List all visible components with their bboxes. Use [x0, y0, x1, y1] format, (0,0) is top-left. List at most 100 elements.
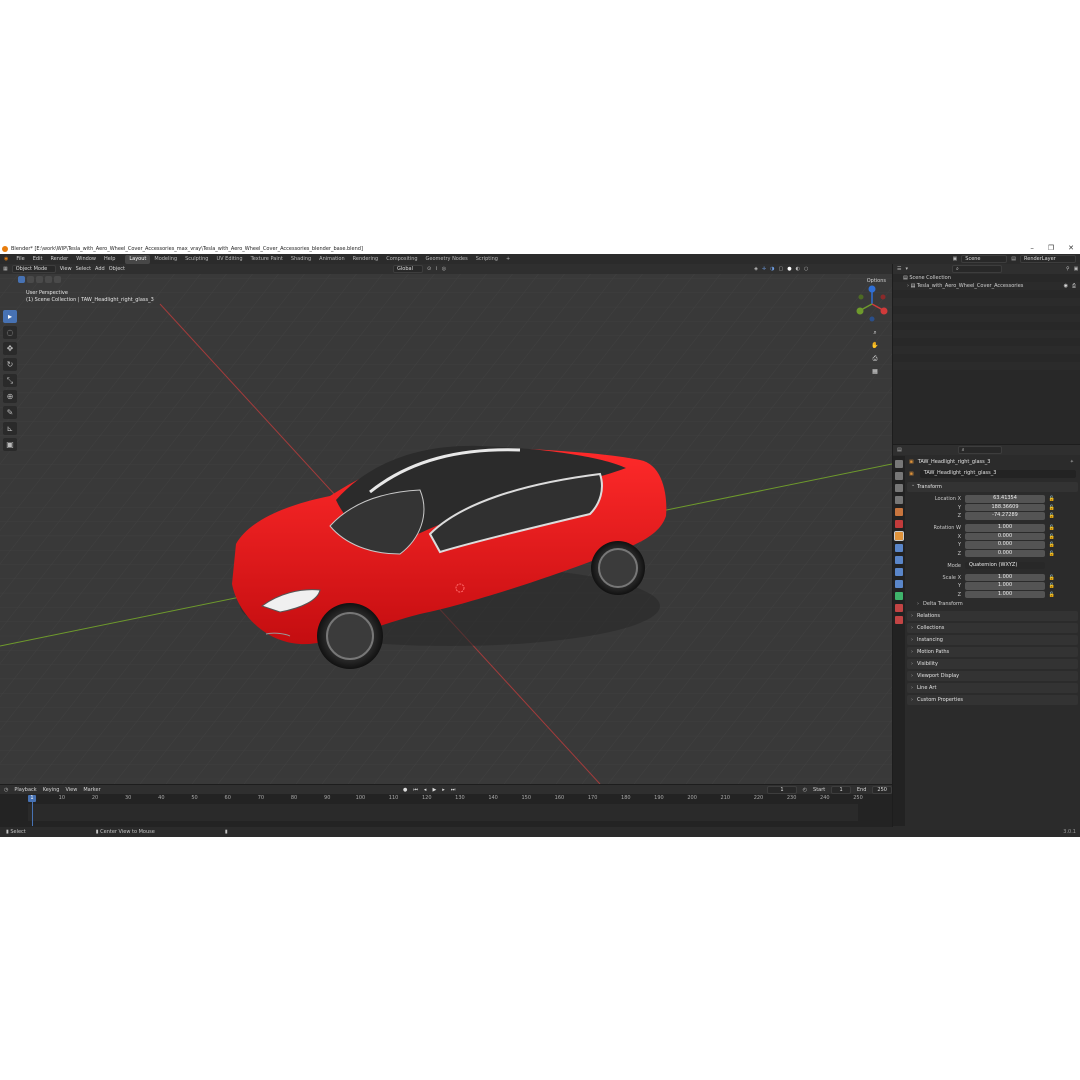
material-tab-icon[interactable] [895, 604, 903, 612]
add-cube-tool-icon[interactable]: ▣ [3, 438, 17, 451]
end-frame-field[interactable]: 250 [872, 785, 892, 794]
viewport-menu-select[interactable]: Select [76, 266, 91, 272]
texture-tab-icon[interactable] [895, 616, 903, 624]
select-new-button[interactable] [18, 276, 25, 283]
select-subtract-button[interactable] [36, 276, 43, 283]
next-keyframe-icon[interactable]: ▸ [442, 787, 445, 793]
particles-tab-icon[interactable] [895, 556, 903, 564]
properties-editor[interactable]: ▤ ⌕ ▣ TAW_Headlight_right_glass_3 ✦ ▣ TA… [893, 445, 1080, 827]
jump-start-icon[interactable]: ⏮ [413, 787, 418, 793]
custom-properties-panel-header[interactable]: Custom Properties [907, 695, 1078, 705]
gizmo-toggle-icon[interactable]: ✛ [762, 266, 766, 272]
ortho-toggle-icon[interactable]: ▦ [870, 367, 880, 377]
rotation-x-field[interactable]: 0.000 [965, 532, 1045, 541]
proportional-edit-icon[interactable]: ◎ [442, 266, 446, 272]
scene-tab-icon[interactable] [895, 508, 903, 516]
viewport-display-panel-header[interactable]: Viewport Display [907, 671, 1078, 681]
delta-transform-panel-header[interactable]: Delta Transform [905, 599, 1080, 609]
timeline-track[interactable] [28, 804, 858, 821]
lock-icon[interactable]: 🔓 [1045, 583, 1059, 589]
visibility-icon[interactable]: ◈ [754, 266, 758, 272]
render-tab-icon[interactable] [895, 472, 903, 480]
select-extend-button[interactable] [27, 276, 34, 283]
add-workspace-button[interactable]: + [502, 255, 514, 264]
lock-icon[interactable]: 🔓 [1045, 592, 1059, 598]
shading-solid-icon[interactable]: ● [787, 266, 791, 272]
playhead[interactable] [32, 802, 33, 826]
workspace-tab-sculpting[interactable]: Sculpting [181, 255, 212, 264]
rotation-mode-dropdown[interactable]: Quaternion (WXYZ) [965, 561, 1045, 570]
rotate-tool-icon[interactable]: ↻ [3, 358, 17, 371]
location-y-field[interactable]: 188.36609 [965, 503, 1045, 512]
select-invert-button[interactable] [45, 276, 52, 283]
measure-tool-icon[interactable]: ⊾ [3, 422, 17, 435]
menu-window[interactable]: Window [72, 256, 100, 262]
rotation-z-field[interactable]: 0.000 [965, 549, 1045, 558]
outliner-item-scene-collection[interactable]: ▤ Scene Collection [893, 274, 1080, 282]
lock-icon[interactable]: 🔓 [1045, 505, 1059, 511]
line-art-panel-header[interactable]: Line Art [907, 683, 1078, 693]
minimize-button[interactable]: – [1030, 244, 1034, 252]
shading-material-icon[interactable]: ◐ [796, 266, 800, 272]
overlay-toggle-icon[interactable]: ◑ [770, 266, 774, 272]
camera-view-icon[interactable]: ⎙ [870, 354, 880, 364]
select-box-tool-icon[interactable]: ▸ [3, 310, 17, 323]
hide-viewport-icon[interactable]: ◉ [1064, 282, 1068, 290]
viewport-menu-view[interactable]: View [60, 266, 72, 272]
physics-tab-icon[interactable] [895, 568, 903, 576]
render-toggle-icon[interactable]: ⎙ [1072, 282, 1076, 290]
select-intersect-button[interactable] [54, 276, 61, 283]
timeline-editor-icon[interactable]: ◷ [4, 787, 8, 793]
object-name-field[interactable]: TAW_Headlight_right_glass_3 [919, 470, 1076, 478]
zoom-icon[interactable]: ⌕ [870, 328, 880, 338]
cursor-tool-icon[interactable]: ◌ [3, 326, 17, 339]
viewport-menu-object[interactable]: Object [109, 266, 125, 272]
menu-render[interactable]: Render [46, 256, 72, 262]
timeline-menu-keying[interactable]: Keying [43, 787, 60, 793]
editor-type-icon[interactable]: ▦ [3, 266, 8, 272]
object-tab-icon[interactable] [894, 531, 904, 541]
pin-icon[interactable]: ✦ [1070, 459, 1074, 465]
tool-tab-icon[interactable] [895, 460, 903, 468]
workspace-tab-rendering[interactable]: Rendering [349, 255, 383, 264]
snap-icon[interactable]: ⌇ [435, 266, 437, 272]
workspace-tab-uv-editing[interactable]: UV Editing [212, 255, 246, 264]
properties-search[interactable]: ⌕ [957, 446, 1002, 454]
location-x-field[interactable]: 63.41354 [965, 495, 1045, 503]
orientation-selector[interactable]: Global [393, 265, 424, 273]
menu-edit[interactable]: Edit [29, 256, 47, 262]
collections-panel-header[interactable]: Collections [907, 623, 1078, 633]
new-collection-icon[interactable]: ▣ [1074, 266, 1079, 272]
workspace-tab-shading[interactable]: Shading [287, 255, 315, 264]
lock-icon[interactable]: 🔓 [1045, 496, 1059, 502]
outliner-item-tesla-collection[interactable]: › ▤ Tesla_with_Aero_Wheel_Cover_Accessor… [893, 282, 1080, 290]
workspace-tab-scripting[interactable]: Scripting [472, 255, 502, 264]
outliner[interactable]: ☰ ▾ ⌕ ⚲ ▣ ▤ Scene Collection › ▤ Tesla_w… [893, 264, 1080, 444]
properties-editor-icon[interactable]: ▤ [897, 447, 902, 453]
lock-icon[interactable]: 🔓 [1045, 542, 1059, 548]
move-tool-icon[interactable]: ✥ [3, 342, 17, 355]
workspace-tab-texture-paint[interactable]: Texture Paint [247, 255, 287, 264]
constraints-tab-icon[interactable] [895, 580, 903, 588]
timeline-editor[interactable]: ◷ Playback Keying View Marker ● ⏮ ◂ ▶ ▸ … [0, 785, 892, 827]
scale-x-field[interactable]: 1.000 [965, 573, 1045, 582]
motion-paths-panel-header[interactable]: Motion Paths [907, 647, 1078, 657]
outliner-filter-icon[interactable]: ⚲ [1066, 266, 1070, 272]
lock-icon[interactable]: 🔓 [1045, 534, 1059, 540]
3d-viewport[interactable]: ▦ Object Mode View Select Add Object Glo… [0, 264, 892, 784]
shading-rendered-icon[interactable]: ○ [804, 266, 808, 272]
location-z-field[interactable]: -74.27289 [965, 512, 1045, 520]
workspace-tab-modeling[interactable]: Modeling [150, 255, 181, 264]
mode-selector[interactable]: Object Mode [11, 265, 56, 273]
jump-end-icon[interactable]: ⏭ [451, 787, 456, 793]
view-layer-selector[interactable]: RenderLayer [1020, 255, 1076, 263]
relations-panel-header[interactable]: Relations [907, 611, 1078, 621]
annotate-tool-icon[interactable]: ✎ [3, 406, 17, 419]
timeline-ruler[interactable]: 10 20 30 40 50 60 70 80 90 100 110 120 130 140 150 160 1… [0, 795, 892, 803]
modifier-tab-icon[interactable] [895, 544, 903, 552]
rotation-y-field[interactable]: 0.000 [965, 541, 1045, 549]
viewport-menu-add[interactable]: Add [95, 266, 105, 272]
close-button[interactable]: ✕ [1068, 244, 1074, 252]
output-tab-icon[interactable] [895, 484, 903, 492]
timeline-menu-view[interactable]: View [65, 787, 77, 793]
